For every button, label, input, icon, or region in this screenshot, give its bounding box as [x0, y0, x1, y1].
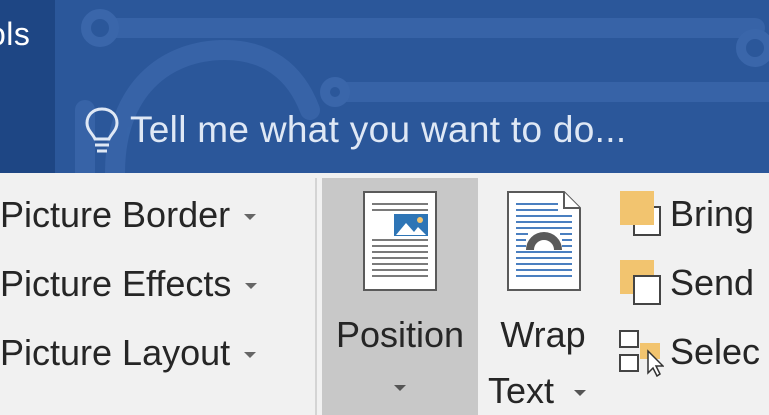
position-label: Position: [335, 314, 465, 355]
caret-down-icon: [245, 283, 258, 289]
send-backward-icon: [620, 260, 661, 305]
caret-down-icon: [574, 390, 587, 397]
lightbulb-icon: [85, 107, 119, 153]
caret-down-icon: [244, 214, 257, 220]
title-band: ols Tell me what you want to do...: [0, 0, 769, 173]
caret-down-icon: [394, 385, 406, 391]
bring-forward-button[interactable]: Bring: [618, 184, 754, 244]
position-icon: [363, 191, 437, 291]
send-backward-button[interactable]: Send: [618, 253, 754, 313]
picture-tools-tab[interactable]: ols: [0, 0, 55, 173]
wrap-text-label-line2: Text: [488, 370, 555, 411]
caret-down-icon: [244, 352, 257, 358]
picture-tools-tab-label: ols: [0, 16, 31, 52]
picture-layout-label: Picture Layout: [0, 332, 231, 373]
wrap-text-icon: [507, 191, 581, 291]
wrap-text-label-line2-wrapper: Text: [488, 370, 587, 412]
selection-pane-label: Selec: [670, 331, 761, 372]
picture-effects-label: Picture Effects: [0, 263, 232, 304]
tell-me-search[interactable]: Tell me what you want to do...: [84, 100, 744, 160]
picture-layout-button[interactable]: Picture Layout: [0, 326, 257, 380]
position-button[interactable]: Position: [322, 178, 478, 415]
selection-pane-icon: [619, 330, 664, 377]
picture-border-button[interactable]: Picture Border: [0, 188, 257, 242]
picture-effects-button[interactable]: Picture Effects: [0, 257, 258, 311]
group-separator: [315, 178, 317, 415]
tell-me-placeholder: Tell me what you want to do...: [130, 109, 627, 150]
send-backward-label: Send: [670, 262, 755, 303]
selection-pane-button[interactable]: Selec: [618, 322, 760, 382]
picture-border-label: Picture Border: [0, 194, 231, 235]
bring-forward-icon: [620, 191, 661, 236]
wrap-text-button[interactable]: Wrap Text: [484, 178, 602, 415]
bring-forward-label: Bring: [670, 193, 755, 234]
wrap-text-label-line1: Wrap: [500, 314, 586, 355]
